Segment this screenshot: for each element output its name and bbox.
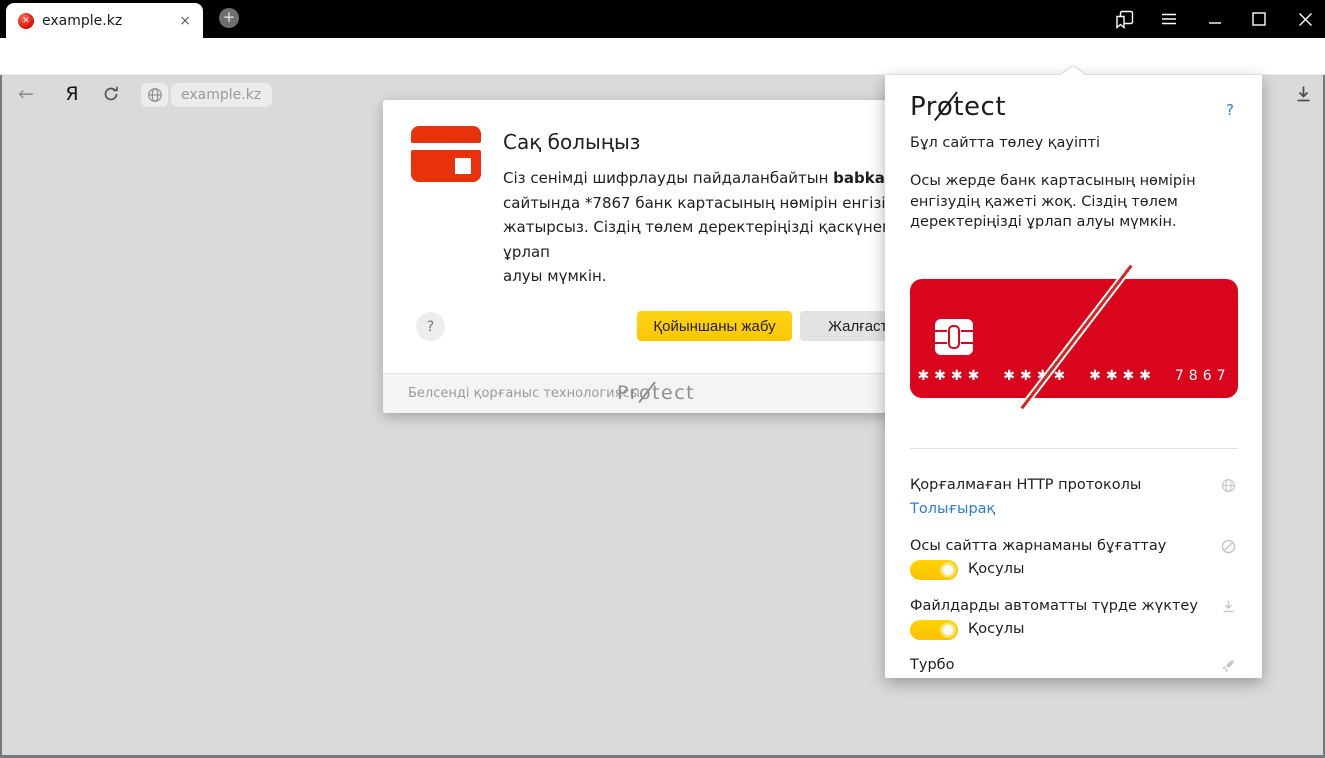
window-frame [0, 75, 2, 758]
adblock-label: Осы сайтта жарнаманы бұғаттау [910, 538, 1167, 554]
adblock-toggle[interactable] [910, 560, 958, 580]
autodownload-label: Файлдарды автоматты түрде жүктеу [910, 598, 1198, 614]
address-bar[interactable]: example.kz [171, 83, 272, 107]
toolbar-separator [1273, 85, 1274, 104]
card-number: ✱✱✱✱ ✱✱✱✱ ✱✱✱✱ 7867 [917, 368, 1231, 384]
menu-icon[interactable] [1152, 0, 1186, 38]
autodownload-state: Қосулы [968, 621, 1025, 637]
refresh-icon[interactable] [102, 85, 120, 103]
payment-warning-dialog: Сақ болыңыз Сіз сенімді шифрлауды пайдал… [383, 100, 960, 413]
panel-subtitle: Бұл сайтта төлеу қауіпті [910, 135, 1100, 151]
maximize-button[interactable] [1242, 0, 1276, 38]
close-tab-button[interactable]: Қойыншаны жабу [637, 311, 792, 341]
browser-window: ✕ example.kz × + ← Я example.kz Сақ болы… [0, 0, 1325, 758]
tab-bar: ✕ example.kz × + [0, 0, 1325, 38]
dialog-footer: Белсенді қорғаныс технологиясы Protect [383, 373, 960, 413]
side-panels-icon[interactable] [1107, 0, 1141, 38]
minimize-button[interactable] [1198, 0, 1232, 38]
block-ads-icon [1221, 539, 1236, 558]
dialog-title: Сақ болыңыз [503, 130, 641, 154]
dialog-help-button[interactable]: ? [416, 312, 445, 341]
http-protocol-label: Қорғалмаған HTTP протоколы [910, 477, 1142, 493]
panel-pointer-arrow [1061, 66, 1085, 75]
panel-description: Осы жерде банк картасының нөмірін енгізу… [910, 173, 1196, 230]
turbo-label: Турбо [910, 657, 955, 673]
adblock-state: Қосулы [968, 561, 1025, 577]
auto-download-icon [1221, 599, 1236, 618]
globe-icon [1221, 478, 1236, 497]
protect-panel: Protect ? Бұл сайтта төлеу қауіпті Осы ж… [885, 75, 1262, 678]
back-button[interactable]: ← [14, 82, 38, 106]
autodownload-toggle[interactable] [910, 620, 958, 640]
globe-icon [147, 88, 162, 102]
yandex-home-button[interactable]: Я [60, 82, 84, 106]
toolbar: ← Я example.kz Aә Төлеу қауіпті ★ Пікірл… [0, 38, 1325, 107]
site-globe-button[interactable] [141, 83, 168, 107]
turbo-rocket-icon [1220, 658, 1236, 678]
protect-panel-title: Protect [910, 92, 1007, 122]
panel-divider [910, 448, 1238, 449]
card-chip-icon [934, 317, 974, 361]
tab-example-kz[interactable]: ✕ example.kz × [6, 3, 203, 38]
more-details-link[interactable]: Толығырақ [910, 501, 995, 517]
tab-title: example.kz [42, 12, 123, 29]
protect-caption: Белсенді қорғаныс технологиясы [408, 386, 640, 401]
error-favicon-icon: ✕ [18, 12, 34, 29]
protect-logo: Protect [617, 382, 696, 404]
downloads-icon[interactable] [1294, 84, 1313, 107]
tab-close-icon[interactable]: × [177, 13, 193, 29]
panel-help-link[interactable]: ? [1226, 101, 1234, 119]
new-tab-button[interactable]: + [219, 8, 239, 28]
close-button[interactable] [1288, 0, 1322, 38]
bank-card-icon [411, 126, 481, 182]
